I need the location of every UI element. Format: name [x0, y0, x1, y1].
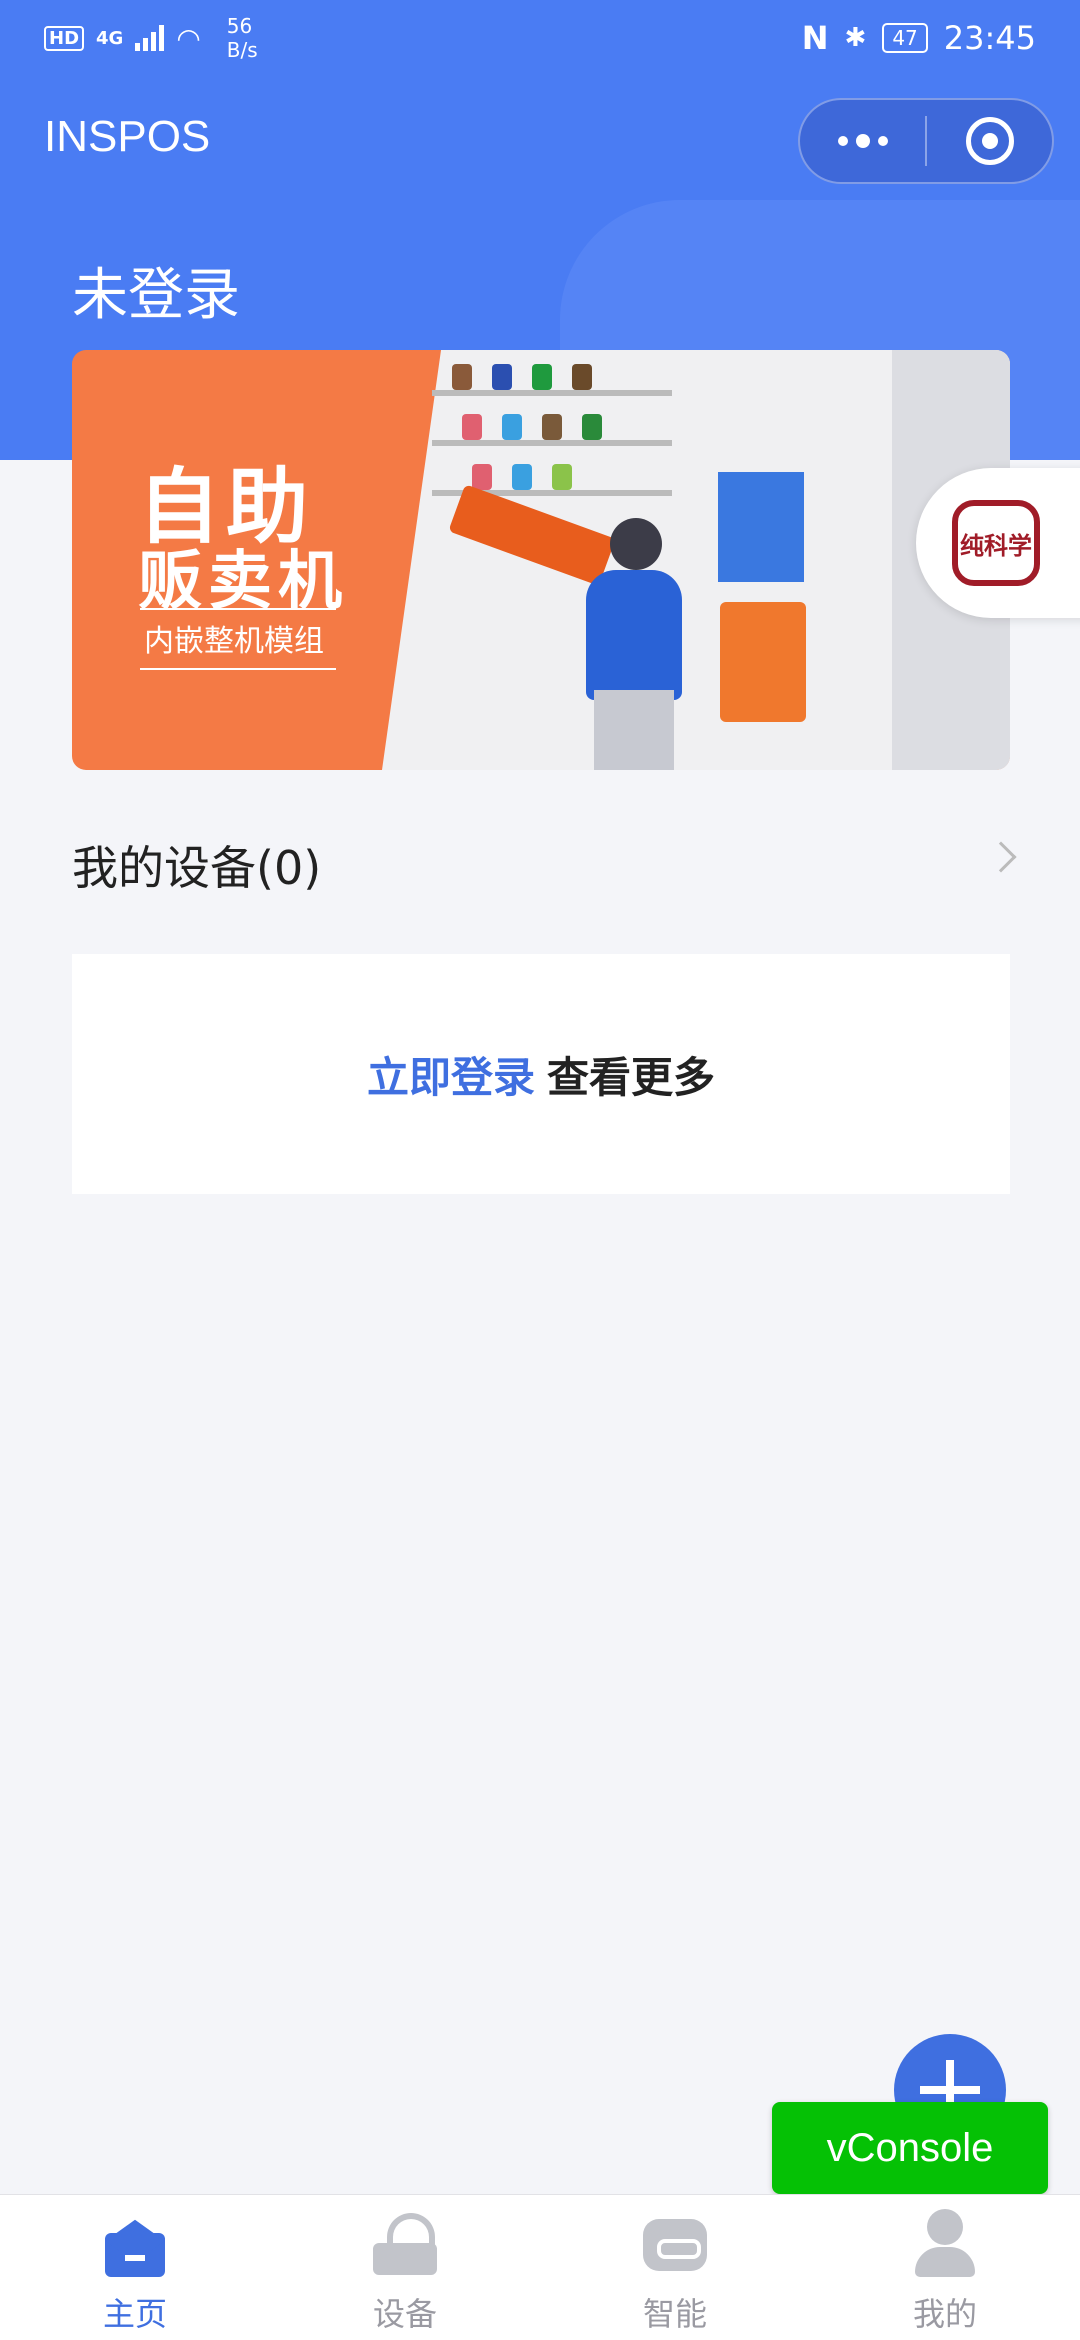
machine-screen: [718, 472, 804, 582]
tab-label: 设备: [372, 2295, 437, 2333]
status-bar: HD 4G ◠ 56 B/s N ✱ 47 23:45: [0, 0, 1080, 76]
bottle: [512, 464, 532, 490]
clock: 23:45: [943, 19, 1036, 57]
view-more-text: 查看更多: [547, 1052, 716, 1102]
hd-indicator: HD: [44, 25, 85, 51]
banner-divider: [140, 668, 336, 670]
app-title: INSPOS: [44, 112, 211, 161]
router-icon: [369, 2207, 441, 2279]
person-body: [586, 570, 682, 700]
person-head: [610, 518, 662, 570]
banner-divider: [140, 608, 336, 610]
my-devices-title[interactable]: 我的设备(0): [72, 832, 321, 898]
network-speed: 56 B/s: [227, 14, 258, 62]
bottle: [552, 464, 572, 490]
person-legs: [594, 690, 674, 770]
bottle: [502, 414, 522, 440]
banner-subtitle: 内嵌整机模组: [144, 624, 324, 659]
chevron-right-icon[interactable]: [985, 841, 1017, 873]
brand-seal-icon: 纯科学: [952, 500, 1040, 586]
bottle: [582, 414, 602, 440]
speed-unit: B/s: [226, 38, 258, 62]
tab-devices[interactable]: 设备: [270, 2195, 540, 2340]
bottle: [492, 364, 512, 390]
tab-me[interactable]: 我的: [810, 2195, 1080, 2340]
more-button[interactable]: [800, 100, 925, 182]
bluetooth-icon: ✱: [844, 23, 867, 53]
tab-bar: 主页 设备 智能 我的: [0, 2194, 1080, 2340]
login-prompt-card: 立即登录 查看更多: [72, 954, 1010, 1194]
close-miniprogram-button[interactable]: [927, 100, 1052, 182]
machine-payment-panel: [720, 602, 806, 722]
vconsole-button[interactable]: vConsole: [772, 2102, 1048, 2194]
target-icon: [965, 117, 1014, 165]
tab-label: 我的: [912, 2295, 977, 2333]
user-icon: [909, 2207, 981, 2279]
speed-value: 56: [226, 14, 253, 38]
bottle: [452, 364, 472, 390]
shelf: [432, 390, 672, 396]
home-icon: [99, 2207, 171, 2279]
miniprogram-capsule: [798, 98, 1054, 184]
bottle: [542, 414, 562, 440]
battery-icon: 47: [882, 23, 928, 53]
network-type: 4G: [96, 27, 124, 49]
login-now-link[interactable]: 立即登录: [367, 1044, 535, 1105]
tab-label: 智能: [642, 2295, 707, 2333]
bottle: [472, 464, 492, 490]
bottle: [572, 364, 592, 390]
login-status[interactable]: 未登录: [72, 250, 240, 331]
bottle: [462, 414, 482, 440]
wifi-icon: ◠: [176, 21, 201, 55]
promo-banner[interactable]: 自助 贩卖机 内嵌整机模组: [72, 350, 1010, 770]
shelf: [432, 440, 672, 446]
nfc-icon: N: [801, 19, 829, 57]
floating-badge[interactable]: 纯科学: [916, 468, 1080, 618]
smart-icon: [639, 2207, 711, 2279]
tab-label: 主页: [102, 2295, 167, 2333]
bottle: [532, 364, 552, 390]
more-dots-icon: [837, 134, 888, 148]
tab-smart[interactable]: 智能: [540, 2195, 810, 2340]
tab-home[interactable]: 主页: [0, 2195, 270, 2340]
signal-icon: [135, 25, 165, 51]
